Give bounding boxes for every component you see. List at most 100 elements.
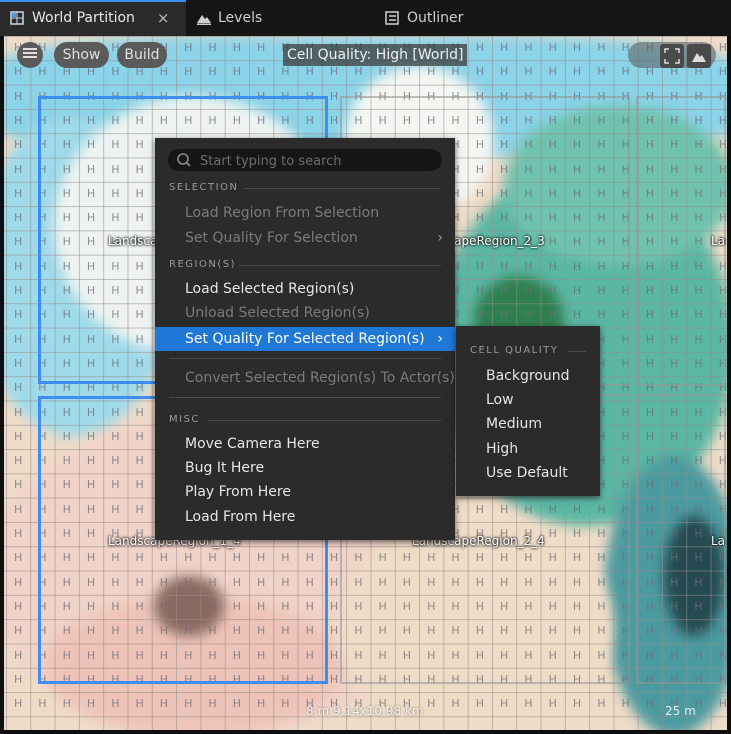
move-camera-here-item[interactable]: Move Camera Here <box>155 432 455 456</box>
bug-it-here-item[interactable]: Bug It Here <box>155 456 455 480</box>
cell-quality-letter: H <box>329 599 339 613</box>
cell-quality-letter: H <box>14 697 23 711</box>
cell-quality-letter: H <box>159 65 169 79</box>
cell-quality-letter: H <box>621 697 630 711</box>
cell-quality-letter: H <box>14 259 23 273</box>
cell-quality-letter: H <box>718 697 727 711</box>
cell-quality-letter: H <box>329 551 339 565</box>
cell-quality-letter: H <box>14 284 23 297</box>
section-selection: SELECTION <box>169 182 239 193</box>
cell-quality-letter: H <box>718 65 727 79</box>
cell-quality-letter: H <box>597 41 606 54</box>
cell-quality-letter: H <box>208 41 217 54</box>
cell-quality-letter: H <box>14 138 23 152</box>
cell-quality-letter: H <box>111 65 120 79</box>
divider <box>169 358 441 359</box>
context-menu: SELECTION Load Region From Selection Set… <box>155 138 455 540</box>
cell-quality-letter: H <box>329 89 339 103</box>
quality-option-high[interactable]: High <box>456 437 600 461</box>
tab-label: Outliner <box>407 10 464 26</box>
load-from-here-item[interactable]: Load From Here <box>155 505 455 529</box>
focus-selection-icon[interactable] <box>660 44 684 68</box>
cell-quality-letter: H <box>14 186 23 200</box>
region-label: La <box>711 234 726 248</box>
cell-quality-letter: H <box>281 65 290 79</box>
cell-quality-letter: H <box>14 308 23 322</box>
cell-quality-letter: H <box>14 211 23 225</box>
cell-quality-letter: H <box>524 697 533 711</box>
menu-search[interactable] <box>168 149 442 171</box>
build-button[interactable]: Build <box>117 42 167 68</box>
tab-bar: World Partition × Levels Outliner <box>0 0 731 36</box>
section-cell-quality: CELL QUALITY <box>470 345 559 356</box>
cell-quality-letter: H <box>14 624 23 638</box>
search-input[interactable] <box>198 151 438 171</box>
cell-quality-letter: H <box>645 697 655 711</box>
cell-quality-letter: H <box>14 454 23 468</box>
quality-option-background[interactable]: Background <box>456 364 600 388</box>
menu-item-label: Set Quality For Selection <box>185 230 358 246</box>
cell-quality-letter: H <box>14 429 23 443</box>
cell-quality-letter: H <box>572 65 582 79</box>
play-from-here-item[interactable]: Play From Here <box>155 480 455 504</box>
cell-quality-letter: H <box>475 697 484 711</box>
tab-levels[interactable]: Levels <box>196 0 262 36</box>
close-icon[interactable]: × <box>157 9 170 27</box>
set-quality-for-selected-regions-item[interactable]: Set Quality For Selected Region(s) › <box>155 327 455 351</box>
cell-quality-letter: H <box>500 65 509 79</box>
cell-quality-letter: H <box>62 697 71 711</box>
cell-quality-letter: H <box>451 697 460 711</box>
cell-quality-letter: H <box>354 65 363 79</box>
search-icon <box>176 152 192 168</box>
cell-quality-letter: H <box>305 65 314 79</box>
convert-selected-regions-item[interactable]: Convert Selected Region(s) To Actor(s) <box>155 366 455 390</box>
viewport-menu-button[interactable] <box>17 42 43 68</box>
cell-quality-letter: H <box>135 697 144 711</box>
cell-quality-letter: H <box>184 65 193 79</box>
cell-quality-letter: H <box>281 697 290 711</box>
cell-quality-letter: H <box>427 697 436 711</box>
landscape-view-icon[interactable] <box>687 44 711 68</box>
quality-option-medium[interactable]: Medium <box>456 412 600 436</box>
tab-world-partition[interactable]: World Partition × <box>0 0 186 36</box>
outliner-icon <box>385 11 399 25</box>
region-label: La <box>711 534 726 548</box>
cell-quality-letter: H <box>475 65 484 79</box>
tab-outliner[interactable]: Outliner <box>385 0 463 36</box>
cell-quality-letter: H <box>14 89 23 103</box>
cell-quality-letter: H <box>232 41 241 54</box>
cell-quality-letter: H <box>500 41 509 54</box>
cell-quality-letter: H <box>14 551 23 565</box>
divider <box>239 265 441 266</box>
cell-quality-letter: H <box>329 624 339 638</box>
cell-quality-letter: H <box>38 65 47 79</box>
map-scale-readout-right: 25 m <box>665 704 696 718</box>
cell-quality-letter: H <box>329 575 339 589</box>
cell-quality-indicator: Cell Quality: High [World] <box>283 44 468 66</box>
load-selected-regions-item[interactable]: Load Selected Region(s) <box>155 277 455 301</box>
quality-option-use-default[interactable]: Use Default <box>456 461 600 485</box>
cell-quality-letter: H <box>329 113 339 127</box>
set-quality-for-selection-item[interactable]: Set Quality For Selection › <box>155 226 455 250</box>
cell-quality-letter: H <box>524 65 533 79</box>
cell-quality-letter: H <box>524 41 533 54</box>
cell-quality-letter: H <box>621 65 630 79</box>
cell-quality-letter: H <box>14 332 23 346</box>
cell-quality-letter: H <box>14 648 23 662</box>
cell-quality-letter: H <box>572 41 582 54</box>
tab-label: Levels <box>218 10 263 26</box>
cell-quality-letter: H <box>329 65 339 79</box>
cell-quality-letter: H <box>86 697 96 711</box>
cell-quality-submenu: CELL QUALITY Background Low Medium High … <box>456 326 600 496</box>
load-region-from-selection-item[interactable]: Load Region From Selection <box>155 201 455 225</box>
cell-quality-letter: H <box>38 697 47 711</box>
cell-quality-letter: H <box>257 65 266 79</box>
show-button[interactable]: Show <box>54 42 109 68</box>
cell-quality-letter: H <box>548 65 557 79</box>
unload-selected-regions-item[interactable]: Unload Selected Region(s) <box>155 301 455 325</box>
cell-quality-letter: H <box>14 527 23 540</box>
cell-quality-letter: H <box>329 672 339 686</box>
quality-option-low[interactable]: Low <box>456 388 600 412</box>
cell-quality-letter: H <box>718 41 727 54</box>
cell-quality-letter: H <box>14 162 23 176</box>
